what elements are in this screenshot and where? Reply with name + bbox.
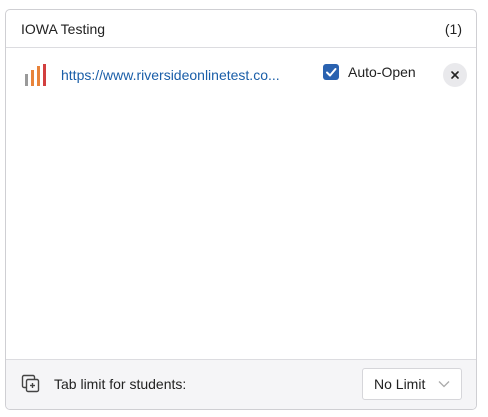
tab-limit-label: Tab limit for students: (54, 376, 187, 392)
tabs-stack-icon (21, 374, 41, 394)
tab-limit-value: No Limit (374, 376, 426, 392)
auto-open-label: Auto-Open (348, 64, 416, 80)
panel-header: IOWA Testing (1) (6, 10, 476, 48)
tab-row: https://www.riversideonlinetest.co... Au… (6, 60, 476, 90)
panel-footer: Tab limit for students: No Limit (6, 359, 476, 409)
remove-tab-button[interactable] (443, 63, 467, 87)
tab-url-link[interactable]: https://www.riversideonlinetest.co... (61, 67, 304, 83)
bar-chart-site-icon (24, 64, 48, 86)
auto-open-toggle[interactable]: Auto-Open (323, 64, 416, 80)
auto-open-checkbox[interactable] (323, 64, 339, 80)
tab-list: https://www.riversideonlinetest.co... Au… (6, 48, 476, 359)
checkmark-icon (326, 68, 337, 77)
tab-count: (1) (444, 20, 462, 37)
close-icon (451, 71, 459, 79)
chevron-down-icon (438, 381, 450, 388)
tab-group-panel: IOWA Testing (1) https://www.riversideon… (5, 9, 477, 410)
tab-limit-select[interactable]: No Limit (362, 368, 462, 400)
panel-title: IOWA Testing (21, 20, 106, 37)
